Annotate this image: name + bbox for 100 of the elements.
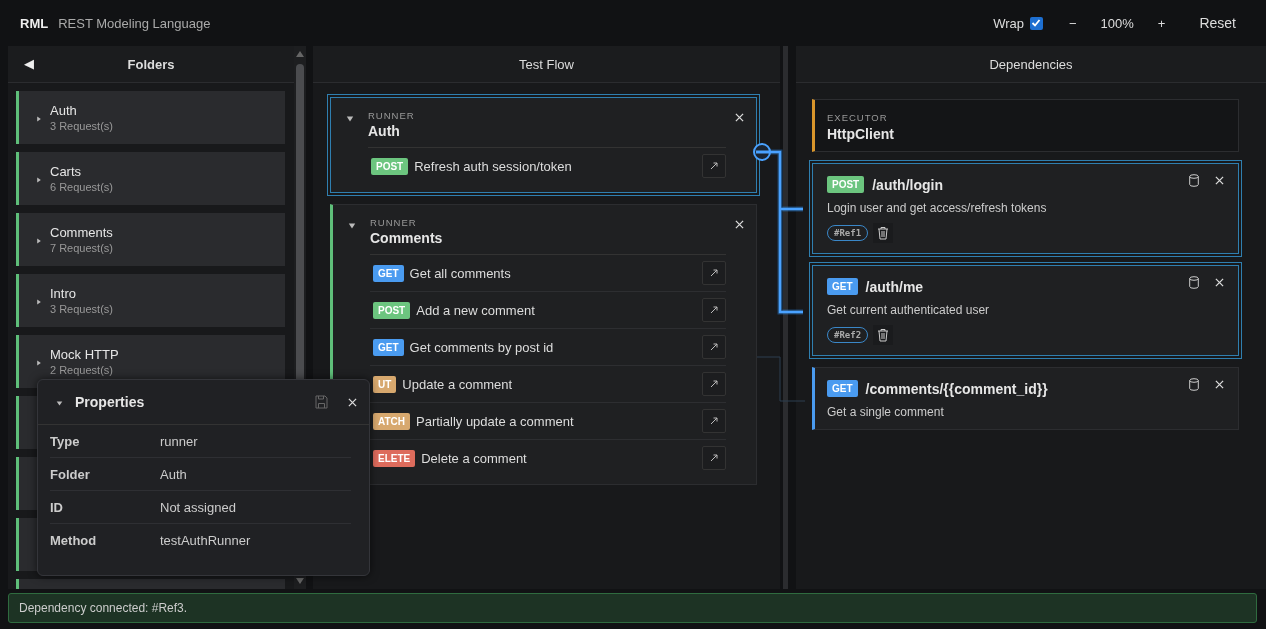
request-title: Delete a comment <box>421 450 528 466</box>
arrow-icon <box>710 306 718 314</box>
endpoint-description: Get a single comment <box>827 405 945 419</box>
folder-name: Mock HTTP <box>50 347 119 362</box>
method-badge: POST <box>373 301 411 319</box>
panel-title: Dependencies <box>989 56 1073 72</box>
zoom-in-button[interactable]: + <box>1147 15 1176 31</box>
method-badge: ATCH <box>373 412 411 430</box>
runner-name: Comments <box>370 228 726 255</box>
arrow-icon <box>710 454 718 462</box>
request-title: Refresh auth session/token <box>414 158 573 174</box>
zoom-out-button[interactable]: − <box>1059 15 1087 31</box>
request-title: Get comments by post id <box>409 339 555 355</box>
folder-name: Comments <box>50 225 113 240</box>
runner-label: RUNNER <box>368 110 416 121</box>
app-subtitle: REST Modeling Language <box>58 15 211 31</box>
method-badge: ELETE <box>373 449 416 467</box>
scroll-up-icon[interactable] <box>296 51 304 57</box>
close-icon[interactable] <box>1215 380 1224 389</box>
caret-icon[interactable] <box>36 238 42 244</box>
caret-icon[interactable] <box>36 177 42 183</box>
caret-icon[interactable] <box>36 116 42 122</box>
open-button[interactable] <box>702 335 726 359</box>
endpoint-path: /comments/{{comment_id}} <box>865 380 1048 397</box>
connector-handle[interactable] <box>753 143 771 161</box>
runner-card[interactable]: RUNNER Comments GET Get all comments POST Add a new comment GET Get comments by post id UT Update a comment ATCH Partially update a comment ELETE Delete a comment <box>330 204 757 485</box>
open-button[interactable] <box>702 409 726 433</box>
database-icon[interactable] <box>1189 174 1199 187</box>
property-name: ID <box>50 499 64 515</box>
endpoint-path: /auth/me <box>865 278 924 295</box>
close-icon[interactable] <box>1215 176 1224 185</box>
method-badge: GET <box>827 278 858 295</box>
caret-icon[interactable] <box>36 360 42 366</box>
request-count: 2 Request(s) <box>50 364 114 376</box>
arrow-icon <box>710 269 718 277</box>
request-title: Add a new comment <box>416 302 536 318</box>
delete-button[interactable] <box>873 223 894 243</box>
method-badge: POST <box>371 157 409 175</box>
request-count: 3 Request(s) <box>50 303 113 315</box>
caret-icon[interactable] <box>56 399 63 407</box>
wrap-checkbox[interactable] <box>1030 16 1043 30</box>
database-icon[interactable] <box>1189 276 1199 289</box>
folder-item[interactable]: Auth 3 Request(s) <box>16 91 285 144</box>
open-button[interactable] <box>702 298 726 322</box>
endpoint-card[interactable]: POST /auth/login Login user and get access/refresh tokens #Ref1 <box>812 163 1239 254</box>
scroll-down-icon[interactable] <box>296 578 304 584</box>
method-badge: POST <box>827 176 865 193</box>
wrap-label: Wrap <box>993 15 1024 31</box>
endpoint-description: Get current authenticated user <box>827 303 991 317</box>
save-icon[interactable] <box>315 395 328 409</box>
endpoint-card[interactable]: GET /auth/me Get current authenticated user #Ref2 <box>812 265 1239 356</box>
open-button[interactable] <box>702 372 726 396</box>
runner-name: Auth <box>368 121 726 148</box>
folder-item[interactable]: Comments 7 Request(s) <box>16 213 285 266</box>
endpoint-card[interactable]: GET /comments/{{comment_id}} Get a single comment <box>812 367 1239 430</box>
folder-item[interactable]: Carts 6 Request(s) <box>16 152 285 205</box>
trash-icon <box>877 328 890 342</box>
request-title: Get all comments <box>409 265 512 281</box>
executor-name: HttpClient <box>827 126 895 142</box>
property-value: Auth <box>160 466 187 482</box>
caret-icon[interactable] <box>345 115 354 123</box>
arrow-icon <box>710 417 718 425</box>
request-count: 6 Request(s) <box>50 181 113 193</box>
request-title: Update a comment <box>402 376 514 392</box>
database-icon[interactable] <box>1189 378 1199 391</box>
request-title: Partially update a comment <box>416 413 575 429</box>
property-value: runner <box>160 433 198 449</box>
folder-name: Carts <box>50 164 83 179</box>
executor-label: EXECUTOR <box>827 112 889 123</box>
arrow-icon <box>710 380 718 388</box>
endpoint-path: /auth/login <box>872 176 943 193</box>
caret-icon[interactable] <box>36 299 42 305</box>
zoom-level: 100% <box>1099 15 1135 31</box>
folder-name: Intro <box>50 286 77 301</box>
folder-item[interactable]: Intro 3 Request(s) <box>16 274 285 327</box>
collapse-button[interactable]: ◀ <box>24 56 34 71</box>
status-message: Dependency connected: #Ref3. <box>8 593 1257 623</box>
method-badge: GET <box>373 338 404 356</box>
close-icon[interactable] <box>735 113 744 122</box>
close-icon[interactable] <box>735 220 744 229</box>
caret-icon[interactable] <box>347 222 356 230</box>
property-name: Type <box>50 433 81 449</box>
panel-title: Test Flow <box>519 56 574 72</box>
panel-title: Properties <box>75 394 146 410</box>
open-button[interactable] <box>702 154 726 178</box>
request-count: 7 Request(s) <box>50 242 113 254</box>
executor-card[interactable]: EXECUTOR HttpClient <box>812 99 1239 152</box>
reset-button[interactable]: Reset <box>1189 15 1246 31</box>
runner-card[interactable]: RUNNER Auth POST Refresh auth session/token <box>330 97 757 193</box>
open-button[interactable] <box>702 446 726 470</box>
delete-button[interactable] <box>873 325 894 345</box>
method-badge: GET <box>373 264 404 282</box>
property-name: Method <box>50 532 98 548</box>
arrow-icon <box>710 343 718 351</box>
open-button[interactable] <box>702 261 726 285</box>
folder-name: Auth <box>50 103 78 118</box>
property-value: Not assigned <box>160 499 236 515</box>
close-icon[interactable] <box>348 397 357 407</box>
close-icon[interactable] <box>1215 278 1224 287</box>
property-value: testAuthRunner <box>160 532 251 548</box>
